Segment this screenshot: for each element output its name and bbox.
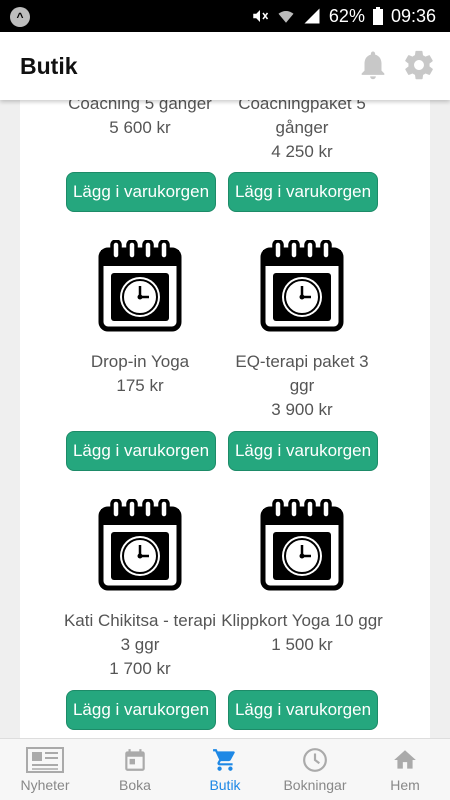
product-name: Klippkort Yoga 10 ggr — [221, 611, 383, 630]
product-card: Kati Chikitsa - terapi 3 ggr 1 700 kr — [59, 499, 221, 681]
product-panel: Coaching 5 gånger 5 600 kr Coachingpaket… — [20, 100, 430, 738]
bottom-navigation: Nyheter Boka Butik Bokningar Hem — [0, 738, 450, 800]
nav-item-bokningar[interactable]: Bokningar — [270, 739, 360, 800]
product-price: 1 700 kr — [109, 659, 171, 678]
calendar-clock-icon — [98, 240, 182, 332]
product-price: 3 900 kr — [271, 400, 333, 419]
product-list[interactable]: Coaching 5 gånger 5 600 kr Coachingpaket… — [0, 100, 450, 738]
bell-icon[interactable] — [356, 48, 390, 82]
product-name: Kati Chikitsa - terapi 3 ggr — [63, 611, 217, 654]
newspaper-icon — [26, 747, 64, 773]
product-name: Drop-in Yoga — [90, 352, 190, 371]
add-to-cart-button[interactable]: Lägg i varukorgen — [228, 431, 378, 471]
cart-icon — [213, 749, 235, 771]
product-name: Coaching 5 gånger — [68, 100, 212, 113]
home-icon — [394, 750, 416, 769]
app-header: Butik — [0, 32, 450, 100]
product-card: Drop-in Yoga 175 kr — [59, 240, 221, 398]
product-price: 4 250 kr — [271, 142, 333, 161]
app-logo-icon: ^ — [10, 7, 30, 27]
add-to-cart-button[interactable]: Lägg i varukorgen — [66, 172, 216, 212]
product-card: EQ-terapi paket 3 ggr 3 900 kr — [221, 240, 383, 422]
battery-icon — [372, 7, 383, 25]
nav-label: Bokningar — [283, 777, 347, 793]
product-name: Coachingpaket 5 gånger — [238, 100, 366, 137]
product-card: Coaching 5 gånger 5 600 kr — [59, 100, 221, 140]
nav-item-nyheter[interactable]: Nyheter — [0, 739, 90, 800]
product-price: 5 600 kr — [109, 118, 171, 137]
nav-item-boka[interactable]: Boka — [90, 739, 180, 800]
calendar-clock-icon — [260, 240, 344, 332]
add-to-cart-button[interactable]: Lägg i varukorgen — [228, 690, 378, 730]
nav-label: Hem — [390, 777, 420, 793]
add-to-cart-button[interactable]: Lägg i varukorgen — [66, 690, 216, 730]
clock-icon — [303, 748, 327, 772]
wifi-icon — [278, 10, 294, 23]
status-icons: 62% 09:36 — [251, 0, 436, 32]
nav-item-butik[interactable]: Butik — [180, 739, 270, 800]
add-to-cart-button[interactable]: Lägg i varukorgen — [228, 172, 378, 212]
product-card: Coachingpaket 5 gånger 4 250 kr — [221, 100, 383, 164]
calendar-clock-icon — [260, 499, 344, 591]
nav-item-hem[interactable]: Hem — [360, 739, 450, 800]
signal-icon — [304, 8, 320, 24]
nav-label: Butik — [209, 777, 241, 793]
product-card: Klippkort Yoga 10 ggr 1 500 kr — [221, 499, 383, 657]
product-price: 1 500 kr — [271, 635, 333, 654]
battery-percent: 62% — [328, 5, 365, 26]
add-to-cart-button[interactable]: Lägg i varukorgen — [66, 431, 216, 471]
mute-icon — [253, 10, 269, 22]
nav-label: Nyheter — [20, 777, 70, 793]
calendar-icon — [125, 749, 145, 771]
clock-time: 09:36 — [390, 5, 436, 26]
gear-icon[interactable] — [402, 48, 436, 82]
product-name: EQ-terapi paket 3 ggr — [235, 352, 369, 395]
page-title: Butik — [20, 53, 78, 79]
status-bar: ^ 62% 09:36 — [0, 0, 450, 32]
calendar-clock-icon — [98, 499, 182, 591]
product-price: 175 kr — [116, 376, 164, 395]
nav-label: Boka — [119, 777, 151, 793]
